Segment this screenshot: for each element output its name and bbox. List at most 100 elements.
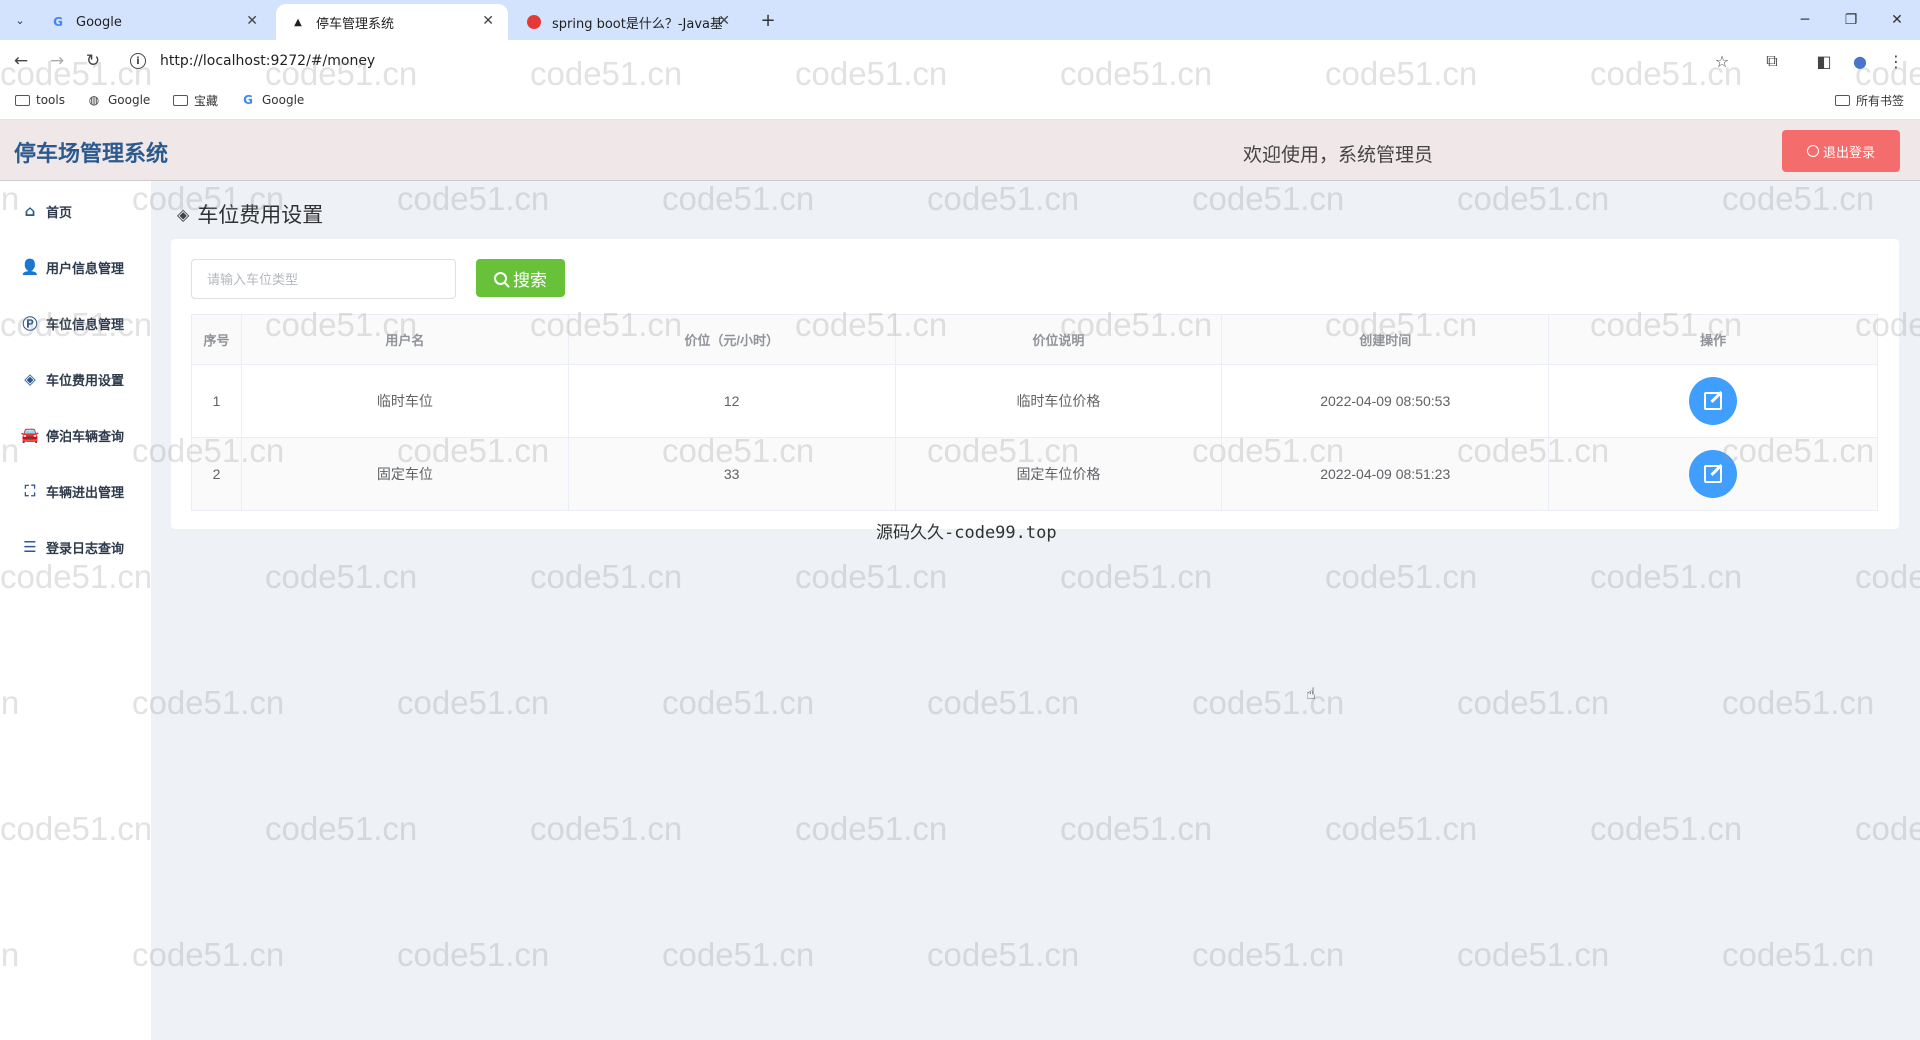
sidebar-item-label: 停泊车辆查询: [46, 429, 125, 445]
folder-icon: [1834, 93, 1850, 107]
tab-search-button[interactable]: ⌄: [8, 8, 32, 32]
welcome-text: 欢迎使用，系统管理员: [1243, 144, 1434, 166]
footer-note: 源码久久-code99.top: [876, 523, 1057, 543]
url-text[interactable]: http://localhost:9272/#/money: [160, 53, 375, 69]
table-row: 2 固定车位 33 固定车位价格 2022-04-09 08:51:23: [191, 437, 1878, 511]
tag-icon: ◈: [24, 370, 36, 388]
sidebar: ⌂ 首页 👤 用户信息管理 Ⓟ 车位信息管理 ◈ 车位费用设置 🚘 停泊车辆查询…: [0, 181, 151, 1040]
hand-cursor-icon: ☝: [1306, 684, 1316, 703]
bookmark-label: Google: [108, 93, 151, 107]
profile-icon[interactable]: ●: [1849, 50, 1871, 72]
sidebar-item-label: 登录日志查询: [46, 541, 125, 557]
search-button-label: 搜索: [513, 270, 547, 291]
edit-icon: [1704, 465, 1723, 483]
sidebar-item-fees[interactable]: ◈ 车位费用设置: [20, 367, 124, 391]
table-header-row: 序号 用户名 价位（元/小时） 价位说明 创建时间 操作: [191, 314, 1878, 365]
column-header: 创建时间: [1221, 314, 1550, 365]
bookmark-label: Google: [262, 93, 305, 107]
column-header: 用户名: [240, 314, 569, 365]
tab-google[interactable]: G Google ✕: [36, 4, 272, 40]
sidebar-item-users[interactable]: 👤 用户信息管理: [20, 255, 124, 279]
bookmarks-bar: tools ◍ Google 宝藏 G Google 所有书签: [0, 80, 1920, 120]
cell-index: 1: [191, 364, 242, 438]
cell-desc: 固定车位价格: [894, 437, 1223, 511]
sidebar-item-home[interactable]: ⌂ 首页: [20, 199, 72, 223]
bookmark-star-icon[interactable]: ☆: [1711, 50, 1733, 72]
app-title: 停车场管理系统: [14, 142, 169, 167]
sidebar-item-label: 车位费用设置: [46, 373, 125, 389]
page-title-text: 车位费用设置: [197, 203, 324, 227]
cell-created: 2022-04-09 08:51:23: [1221, 437, 1550, 511]
site-info-icon[interactable]: i: [130, 53, 146, 69]
forward-icon[interactable]: →: [44, 48, 70, 74]
site-icon: [526, 14, 542, 30]
column-header: 价位说明: [894, 314, 1223, 365]
sidebar-item-label: 车辆进出管理: [46, 485, 125, 501]
bookmark-label: 宝藏: [194, 93, 219, 108]
search-input[interactable]: [191, 259, 456, 299]
all-bookmarks[interactable]: 所有书签: [1834, 90, 1904, 110]
google-icon: G: [243, 93, 253, 107]
bookmark-google[interactable]: ◍ Google: [86, 90, 151, 110]
sidebar-item-access[interactable]: ⛶ 车辆进出管理: [20, 479, 124, 503]
sidebar-item-label: 用户信息管理: [46, 261, 125, 277]
cell-created: 2022-04-09 08:50:53: [1221, 364, 1550, 438]
column-header: 操作: [1548, 314, 1878, 365]
address-bar[interactable]: i http://localhost:9272/#/money: [120, 46, 1720, 76]
tab-title: spring boot是什么？-Java基础: [552, 16, 722, 32]
menu-icon[interactable]: ⋮: [1885, 50, 1907, 72]
sidebar-item-label: 首页: [46, 205, 73, 221]
close-icon[interactable]: ✕: [246, 13, 258, 29]
cell-index: 2: [191, 437, 242, 511]
bookmark-label: tools: [36, 93, 65, 107]
cell-actions: [1548, 364, 1878, 438]
extensions-icon[interactable]: ⧉: [1761, 50, 1783, 72]
edit-icon: [1704, 392, 1723, 410]
car-icon: 🚘: [20, 426, 40, 444]
home-icon: ⌂: [24, 202, 36, 220]
car-icon: ▲: [294, 16, 302, 28]
table-row: 1 临时车位 12 临时车位价格 2022-04-09 08:50:53: [191, 364, 1878, 438]
close-icon[interactable]: ✕: [718, 13, 730, 29]
sidebar-item-logs[interactable]: ☰ 登录日志查询: [20, 535, 124, 559]
bookmark-treasure[interactable]: 宝藏: [172, 90, 218, 110]
cell-price: 33: [567, 437, 896, 511]
folder-icon: [14, 93, 30, 107]
all-bookmarks-label: 所有书签: [1856, 93, 1905, 108]
globe-icon: ◍: [88, 93, 100, 107]
tab-title: 停车管理系统: [316, 16, 395, 32]
tab-spring-boot[interactable]: spring boot是什么？-Java基础 ✕: [512, 4, 744, 40]
close-icon[interactable]: ✕: [482, 13, 494, 29]
tab-title: Google: [76, 14, 122, 30]
content-card: 搜索 序号 用户名 价位（元/小时） 价位说明 创建时间 操作 1 临时车位 1…: [171, 239, 1899, 529]
column-header: 序号: [191, 314, 242, 365]
restore-button[interactable]: ❐: [1836, 8, 1866, 32]
log-icon: ☰: [23, 538, 37, 556]
bookmark-tools[interactable]: tools: [14, 90, 65, 110]
search-icon: [494, 271, 507, 285]
fee-table: 序号 用户名 价位（元/小时） 价位说明 创建时间 操作 1 临时车位 12 临…: [191, 314, 1878, 511]
back-icon[interactable]: ←: [8, 48, 34, 74]
logout-label: 退出登录: [1822, 145, 1875, 161]
sidebar-item-parked[interactable]: 🚘 停泊车辆查询: [20, 423, 124, 447]
reload-icon[interactable]: ↻: [80, 48, 106, 74]
google-icon: G: [53, 15, 63, 29]
bookmark-google-2[interactable]: G Google: [240, 90, 304, 110]
user-icon: 👤: [20, 258, 40, 276]
sidebar-item-spaces[interactable]: Ⓟ 车位信息管理: [20, 311, 124, 335]
sidebar-item-label: 车位信息管理: [46, 317, 125, 333]
page-title: ◈ 车位费用设置: [177, 199, 323, 229]
minimize-button[interactable]: ─: [1790, 8, 1820, 32]
main-content: ◈ 车位费用设置 搜索 序号 用户名 价位（元/小时） 价位说明 创建时间 操作: [151, 181, 1920, 1040]
tab-parking-system[interactable]: ▲ 停车管理系统 ✕: [276, 4, 508, 40]
folder-icon: [172, 93, 188, 107]
scan-icon: ⛶: [24, 482, 36, 500]
edit-button[interactable]: [1689, 450, 1738, 498]
close-window-button[interactable]: ✕: [1882, 8, 1912, 32]
logout-button[interactable]: 退出登录: [1782, 130, 1900, 172]
side-panel-icon[interactable]: ◧: [1813, 50, 1835, 72]
cell-name: 固定车位: [240, 437, 569, 511]
new-tab-button[interactable]: +: [756, 8, 780, 32]
edit-button[interactable]: [1689, 377, 1738, 425]
search-button[interactable]: 搜索: [476, 259, 565, 297]
